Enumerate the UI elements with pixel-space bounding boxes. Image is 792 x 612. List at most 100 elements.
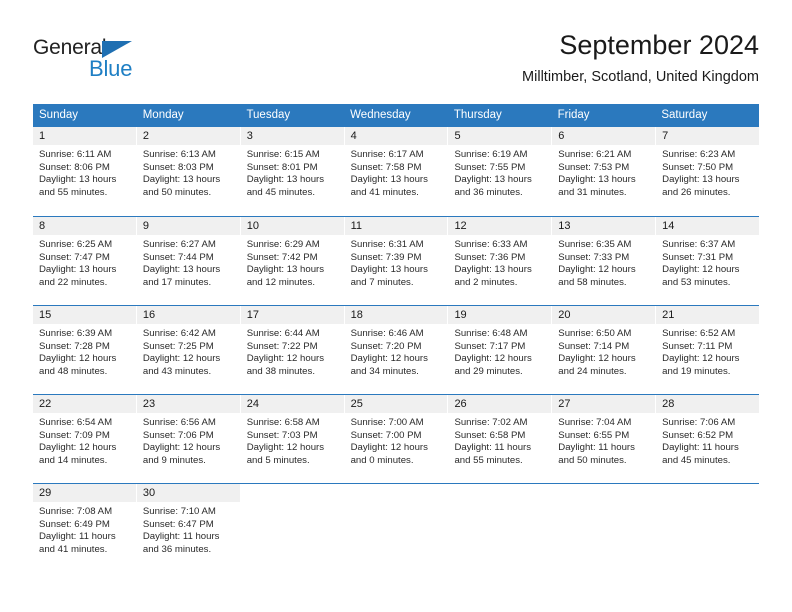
daylight-text: Daylight: 12 hours and 19 minutes. — [662, 353, 740, 377]
calendar-day-cell[interactable]: 16 Sunrise: 6:42 AM Sunset: 7:25 PM Dayligh… — [136, 306, 241, 394]
calendar-empty-cell — [552, 484, 657, 572]
day-sun-info: Sunrise: 6:29 AM Sunset: 7:42 PM Daylight:… — [241, 235, 344, 289]
weekday-header-tuesday: Tuesday — [246, 109, 291, 121]
calendar-day-cell[interactable]: 26 Sunrise: 7:02 AM Sunset: 6:58 PM Dayligh… — [448, 395, 553, 483]
sunset-text: Sunset: 7:53 PM — [558, 161, 630, 173]
day-number: 28 — [656, 395, 760, 413]
day-sun-info: Sunrise: 7:02 AM Sunset: 6:58 PM Daylight:… — [448, 413, 551, 467]
sunset-text: Sunset: 7:39 PM — [350, 251, 422, 263]
day-sun-info: Sunrise: 6:56 AM Sunset: 7:06 PM Daylight:… — [137, 413, 240, 467]
day-sun-info: Sunrise: 6:39 AM Sunset: 7:28 PM Daylight:… — [33, 324, 136, 378]
daylight-text: Daylight: 12 hours and 5 minutes. — [246, 442, 325, 466]
daylight-text: Daylight: 13 hours and 31 minutes. — [558, 174, 636, 198]
calendar-day-cell[interactable]: 3 Sunrise: 6:15 AM Sunset: 8:01 PM Daylight… — [240, 127, 345, 216]
daylight-text: Daylight: 11 hours and 55 minutes. — [454, 442, 532, 466]
calendar-day-cell[interactable]: 6 Sunrise: 6:21 AM Sunset: 7:53 PM Daylight… — [552, 127, 657, 216]
calendar-day-cell[interactable]: 19 Sunrise: 6:48 AM Sunset: 7:17 PM Dayligh… — [448, 306, 553, 394]
daylight-text: Daylight: 13 hours and 36 minutes. — [454, 174, 532, 198]
day-sun-info: Sunrise: 6:23 AM Sunset: 7:50 PM Daylight:… — [656, 145, 759, 199]
daylight-text: Daylight: 12 hours and 29 minutes. — [454, 353, 532, 377]
sunrise-text: Sunrise: 6:25 AM — [39, 239, 113, 250]
calendar-day-cell[interactable]: 17 Sunrise: 6:44 AM Sunset: 7:22 PM Dayligh… — [240, 306, 345, 394]
day-number — [240, 484, 344, 502]
calendar-day-cell[interactable]: 14 Sunrise: 6:37 AM Sunset: 7:31 PM Dayligh… — [656, 217, 760, 305]
calendar-day-cell[interactable]: 18 Sunrise: 6:46 AM Sunset: 7:20 PM Dayligh… — [344, 306, 449, 394]
day-number: 26 — [448, 395, 552, 413]
calendar-empty-cell — [448, 484, 553, 572]
calendar-day-cell[interactable]: 4 Sunrise: 6:17 AM Sunset: 7:58 PM Daylight… — [344, 127, 449, 216]
daylight-text: Daylight: 12 hours and 34 minutes. — [350, 353, 428, 377]
day-number: 13 — [552, 217, 656, 235]
sunrise-text: Sunrise: 6:52 AM — [662, 328, 736, 339]
day-number: 20 — [552, 306, 656, 324]
calendar-day-cell[interactable]: 2 Sunrise: 6:13 AM Sunset: 8:03 PM Daylight… — [136, 127, 241, 216]
calendar-day-cell[interactable]: 9 Sunrise: 6:27 AM Sunset: 7:44 PM Daylight… — [136, 217, 241, 305]
calendar-week-row: 15 Sunrise: 6:39 AM Sunset: 7:28 PM Dayligh… — [33, 305, 760, 394]
day-sun-info: Sunrise: 6:44 AM Sunset: 7:22 PM Daylight:… — [241, 324, 344, 378]
day-number: 10 — [240, 217, 344, 235]
calendar-day-cell[interactable]: 1 Sunrise: 6:11 AM Sunset: 8:06 PM Daylight… — [33, 127, 137, 216]
title-block: September 2024 Milltimber, Scotland, Uni… — [522, 28, 759, 88]
daylight-text: Daylight: 13 hours and 12 minutes. — [246, 264, 325, 288]
day-sun-info: Sunrise: 6:46 AM Sunset: 7:20 PM Daylight:… — [345, 324, 448, 378]
calendar-day-cell[interactable]: 5 Sunrise: 6:19 AM Sunset: 7:55 PM Daylight… — [448, 127, 553, 216]
sunset-text: Sunset: 6:52 PM — [662, 429, 734, 441]
calendar-day-cell[interactable]: 25 Sunrise: 7:00 AM Sunset: 7:00 PM Dayligh… — [344, 395, 449, 483]
daylight-text: Daylight: 13 hours and 50 minutes. — [142, 174, 221, 198]
day-number: 21 — [656, 306, 760, 324]
calendar-day-cell[interactable]: 29 Sunrise: 7:08 AM Sunset: 6:49 PM Dayligh… — [33, 484, 137, 572]
calendar-empty-cell — [344, 484, 449, 572]
calendar-day-cell[interactable]: 15 Sunrise: 6:39 AM Sunset: 7:28 PM Dayligh… — [33, 306, 137, 394]
sunset-text: Sunset: 6:47 PM — [142, 518, 214, 530]
day-number — [344, 484, 448, 502]
calendar-day-cell[interactable]: 8 Sunrise: 6:25 AM Sunset: 7:47 PM Daylight… — [33, 217, 137, 305]
day-number: 7 — [656, 127, 760, 145]
day-sun-info: Sunrise: 6:54 AM Sunset: 7:09 PM Daylight:… — [33, 413, 136, 467]
day-sun-info: Sunrise: 6:17 AM Sunset: 7:58 PM Daylight:… — [345, 145, 448, 199]
day-sun-info: Sunrise: 7:04 AM Sunset: 6:55 PM Daylight:… — [552, 413, 655, 467]
daylight-text: Daylight: 12 hours and 53 minutes. — [662, 264, 740, 288]
calendar-day-cell[interactable]: 23 Sunrise: 6:56 AM Sunset: 7:06 PM Dayligh… — [136, 395, 241, 483]
calendar-day-cell[interactable]: 11 Sunrise: 6:31 AM Sunset: 7:39 PM Dayligh… — [344, 217, 449, 305]
sunrise-text: Sunrise: 6:35 AM — [558, 239, 632, 250]
daylight-text: Daylight: 11 hours and 45 minutes. — [662, 442, 739, 466]
sunrise-text: Sunrise: 6:54 AM — [39, 417, 113, 428]
weekday-header-monday: Monday — [142, 109, 184, 121]
calendar-week-row: 22 Sunrise: 6:54 AM Sunset: 7:09 PM Dayligh… — [33, 394, 760, 483]
weekday-header-thursday: Thursday — [453, 109, 502, 121]
daylight-text: Daylight: 11 hours and 50 minutes. — [558, 442, 635, 466]
daylight-text: Daylight: 13 hours and 55 minutes. — [39, 174, 117, 198]
day-sun-info: Sunrise: 6:33 AM Sunset: 7:36 PM Daylight:… — [448, 235, 551, 289]
sunset-text: Sunset: 6:58 PM — [454, 429, 526, 441]
day-number: 14 — [656, 217, 760, 235]
calendar-day-cell[interactable]: 13 Sunrise: 6:35 AM Sunset: 7:33 PM Dayligh… — [552, 217, 657, 305]
daylight-text: Daylight: 13 hours and 41 minutes. — [350, 174, 428, 198]
sunrise-text: Sunrise: 6:33 AM — [454, 239, 528, 250]
calendar-day-cell[interactable]: 24 Sunrise: 6:58 AM Sunset: 7:03 PM Dayligh… — [240, 395, 345, 483]
page-subtitle: Milltimber, Scotland, United Kingdom — [522, 69, 759, 85]
day-sun-info: Sunrise: 6:52 AM Sunset: 7:11 PM Daylight:… — [656, 324, 759, 378]
day-sun-info: Sunrise: 6:21 AM Sunset: 7:53 PM Daylight:… — [552, 145, 655, 199]
day-number — [448, 484, 552, 502]
calendar-day-cell[interactable]: 7 Sunrise: 6:23 AM Sunset: 7:50 PM Daylight… — [656, 127, 760, 216]
sunrise-text: Sunrise: 6:56 AM — [142, 417, 216, 428]
calendar-day-cell[interactable]: 30 Sunrise: 7:10 AM Sunset: 6:47 PM Dayligh… — [136, 484, 241, 572]
day-number: 29 — [33, 484, 136, 502]
calendar-day-cell[interactable]: 21 Sunrise: 6:52 AM Sunset: 7:11 PM Dayligh… — [656, 306, 760, 394]
calendar-day-cell[interactable]: 20 Sunrise: 6:50 AM Sunset: 7:14 PM Dayligh… — [552, 306, 657, 394]
sunset-text: Sunset: 7:50 PM — [662, 161, 734, 173]
calendar-day-cell[interactable]: 12 Sunrise: 6:33 AM Sunset: 7:36 PM Dayligh… — [448, 217, 553, 305]
calendar-day-cell[interactable]: 28 Sunrise: 7:06 AM Sunset: 6:52 PM Dayligh… — [656, 395, 760, 483]
day-sun-info: Sunrise: 6:27 AM Sunset: 7:44 PM Daylight:… — [137, 235, 240, 289]
day-sun-info: Sunrise: 6:58 AM Sunset: 7:03 PM Daylight:… — [241, 413, 344, 467]
sunset-text: Sunset: 7:55 PM — [454, 161, 526, 173]
sunset-text: Sunset: 7:33 PM — [558, 251, 630, 263]
sunset-text: Sunset: 8:06 PM — [39, 161, 110, 173]
daylight-text: Daylight: 12 hours and 24 minutes. — [558, 353, 636, 377]
calendar-day-cell[interactable]: 10 Sunrise: 6:29 AM Sunset: 7:42 PM Dayligh… — [240, 217, 345, 305]
calendar-day-cell[interactable]: 27 Sunrise: 7:04 AM Sunset: 6:55 PM Dayligh… — [552, 395, 657, 483]
calendar-day-cell[interactable]: 22 Sunrise: 6:54 AM Sunset: 7:09 PM Dayligh… — [33, 395, 137, 483]
daylight-text: Daylight: 12 hours and 14 minutes. — [39, 442, 117, 466]
calendar-week-row: 29 Sunrise: 7:08 AM Sunset: 6:49 PM Dayligh… — [33, 483, 760, 572]
general-blue-logo[interactable]: General Blue — [33, 36, 213, 92]
